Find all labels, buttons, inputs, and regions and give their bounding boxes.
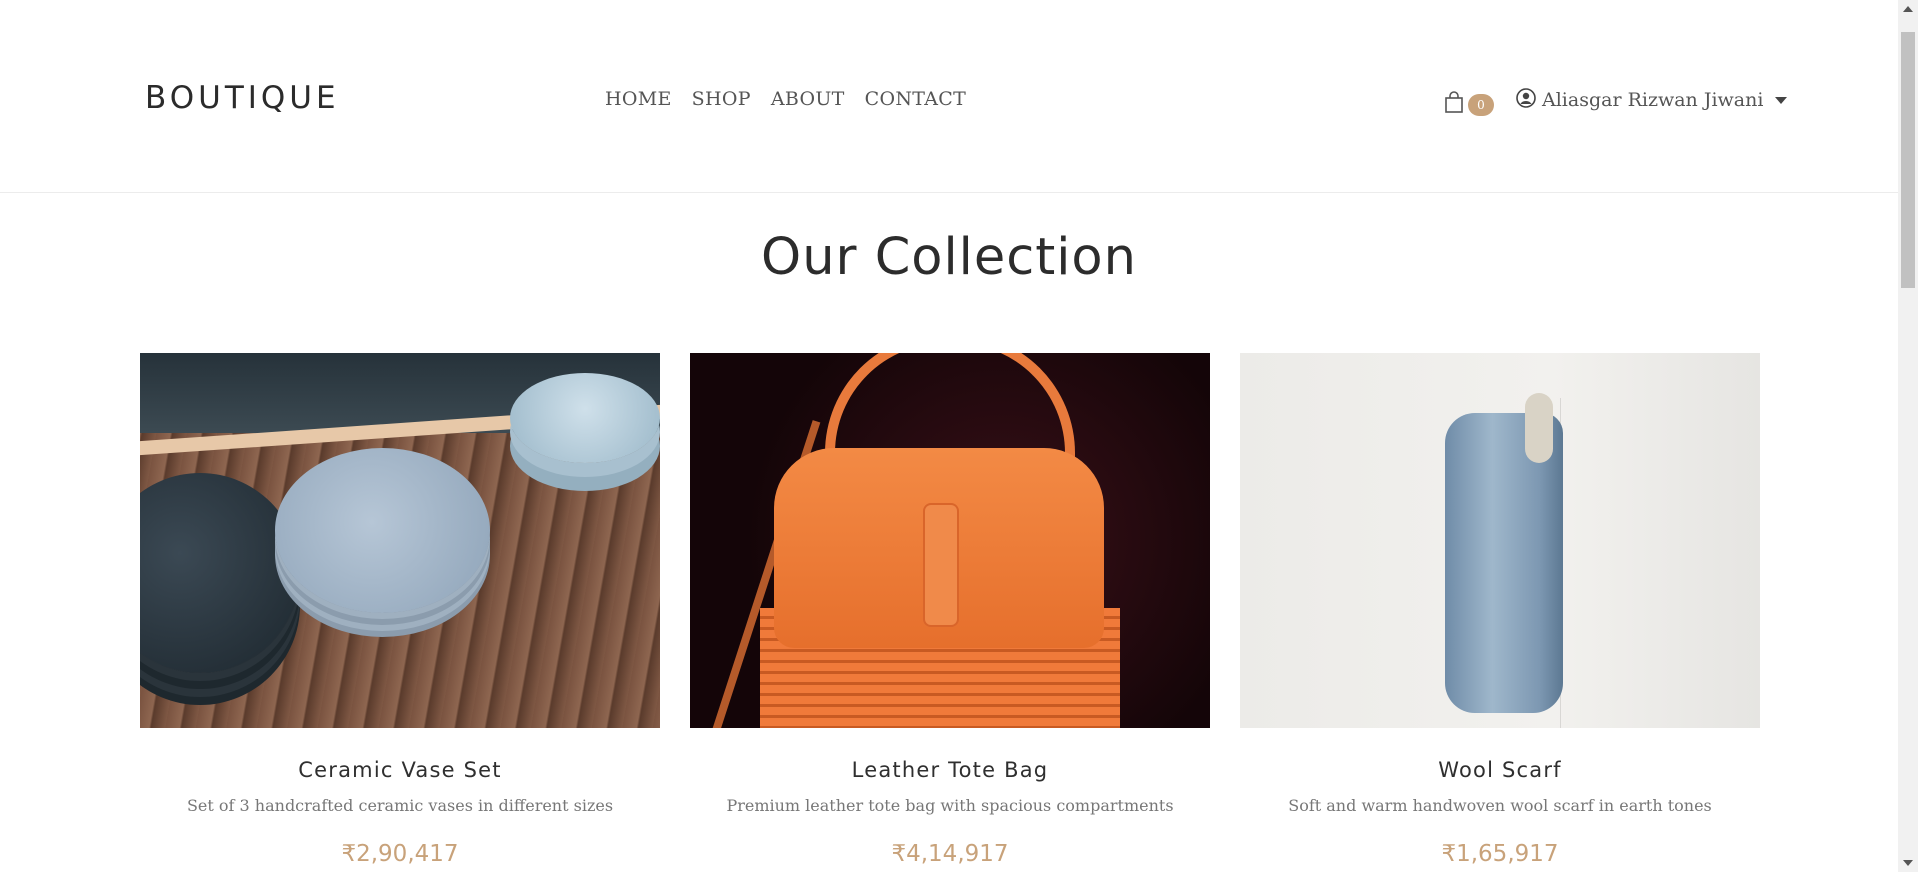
scrollbar-thumb[interactable] [1901, 32, 1915, 288]
nav-home[interactable]: HOME [605, 88, 672, 110]
product-image-ceramic[interactable] [140, 353, 660, 728]
product-card[interactable]: Ceramic Vase Set Set of 3 handcrafted ce… [140, 353, 660, 867]
site-header: BOUTIQUE HOME SHOP ABOUT CONTACT 0 Alias… [0, 0, 1898, 193]
product-price: ₹1,65,917 [1441, 841, 1559, 867]
user-circle-icon [1516, 88, 1536, 112]
nav-contact[interactable]: CONTACT [865, 88, 966, 110]
caret-down-icon [1775, 96, 1788, 104]
user-name: Aliasgar Rizwan Jiwani [1542, 89, 1764, 111]
product-description: Soft and warm handwoven wool scarf in ea… [1288, 796, 1712, 815]
product-price: ₹4,14,917 [891, 841, 1009, 867]
site-logo[interactable]: BOUTIQUE [145, 80, 340, 116]
product-card[interactable]: Wool Scarf Soft and warm handwoven wool … [1240, 353, 1760, 867]
product-image-tote[interactable] [690, 353, 1210, 728]
product-price: ₹2,90,417 [341, 841, 459, 867]
user-menu[interactable]: Aliasgar Rizwan Jiwani [1516, 88, 1788, 112]
scroll-up-icon[interactable] [1903, 6, 1913, 12]
product-name[interactable]: Ceramic Vase Set [140, 758, 660, 782]
product-name[interactable]: Leather Tote Bag [690, 758, 1210, 782]
product-name[interactable]: Wool Scarf [1240, 758, 1760, 782]
product-description: Premium leather tote bag with spacious c… [726, 796, 1174, 815]
shopping-bag-icon [1444, 91, 1464, 113]
nav-about[interactable]: ABOUT [771, 88, 845, 110]
page-scrollbar[interactable] [1898, 0, 1918, 872]
page: BOUTIQUE HOME SHOP ABOUT CONTACT 0 Alias… [0, 0, 1898, 872]
cart-button[interactable]: 0 [1444, 88, 1494, 116]
product-description: Set of 3 handcrafted ceramic vases in di… [186, 796, 614, 815]
main-nav: HOME SHOP ABOUT CONTACT [605, 88, 966, 110]
scroll-down-icon[interactable] [1903, 860, 1913, 866]
product-image-scarf[interactable] [1240, 353, 1760, 728]
section-title: Our Collection [761, 228, 1137, 287]
cart-count-badge: 0 [1468, 94, 1494, 116]
nav-shop[interactable]: SHOP [692, 88, 751, 110]
product-card[interactable]: Leather Tote Bag Premium leather tote ba… [690, 353, 1210, 867]
